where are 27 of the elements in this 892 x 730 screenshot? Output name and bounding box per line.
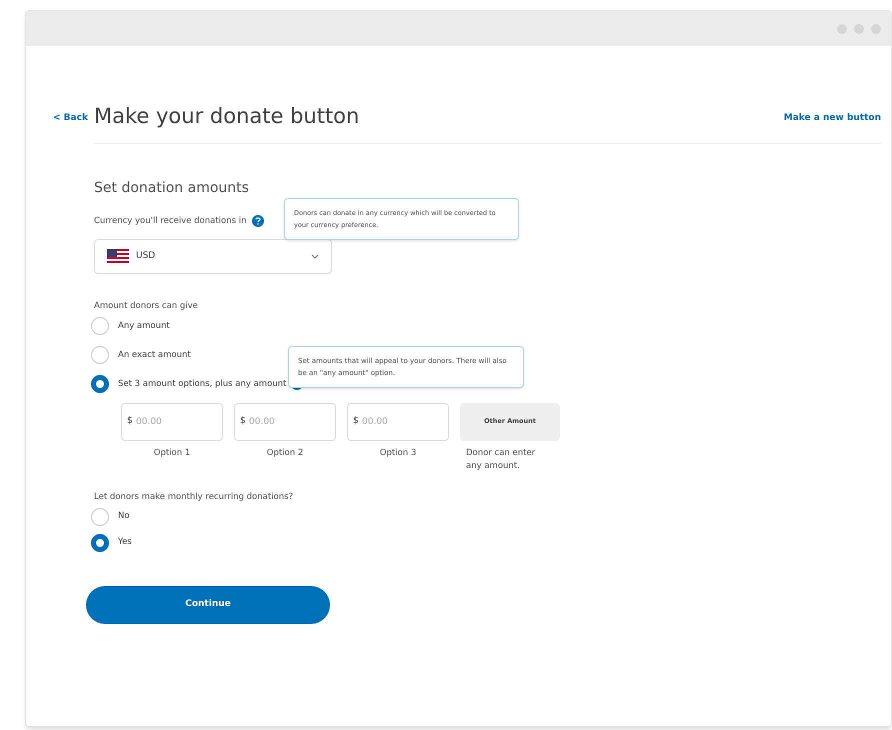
option-label: Yes bbox=[118, 536, 132, 550]
back-link[interactable]: < Back bbox=[53, 112, 94, 132]
currency-prefix: $ bbox=[353, 416, 359, 427]
currency-value: USD bbox=[136, 250, 156, 263]
page-title: Make your donate button bbox=[94, 103, 360, 130]
make-new-button-link[interactable]: Make a new button bbox=[784, 112, 881, 132]
help-icon[interactable] bbox=[252, 214, 264, 227]
option-label: Set 3 amount options, plus any amount bbox=[118, 378, 286, 390]
currency-prefix: $ bbox=[240, 416, 246, 427]
option-label: Any amount bbox=[118, 320, 170, 332]
amount-label: Amount donors can give bbox=[94, 300, 199, 313]
currency-dropdown[interactable]: USD bbox=[94, 239, 332, 274]
other-amount-caption: Donor can enter any amount. bbox=[465, 447, 536, 473]
option-caption: Option 3 bbox=[380, 447, 416, 460]
currency-label: Currency you'll receive donations in bbox=[94, 214, 246, 228]
option-label: No bbox=[118, 510, 130, 524]
flag-icon bbox=[107, 249, 129, 264]
radio-button[interactable] bbox=[91, 375, 109, 393]
option-label: An exact amount bbox=[118, 348, 191, 362]
recurring-label: Let donors make monthly recurring donations? bbox=[94, 491, 294, 504]
currency-prefix: $ bbox=[127, 416, 133, 427]
continue-button[interactable]: Continue bbox=[86, 586, 330, 624]
option-caption: Option 2 bbox=[266, 447, 304, 460]
option-caption: Option 1 bbox=[154, 447, 190, 460]
chevron-down-icon bbox=[311, 254, 319, 260]
section-title: Set donation amounts bbox=[94, 178, 250, 198]
radio-button[interactable] bbox=[91, 534, 109, 552]
